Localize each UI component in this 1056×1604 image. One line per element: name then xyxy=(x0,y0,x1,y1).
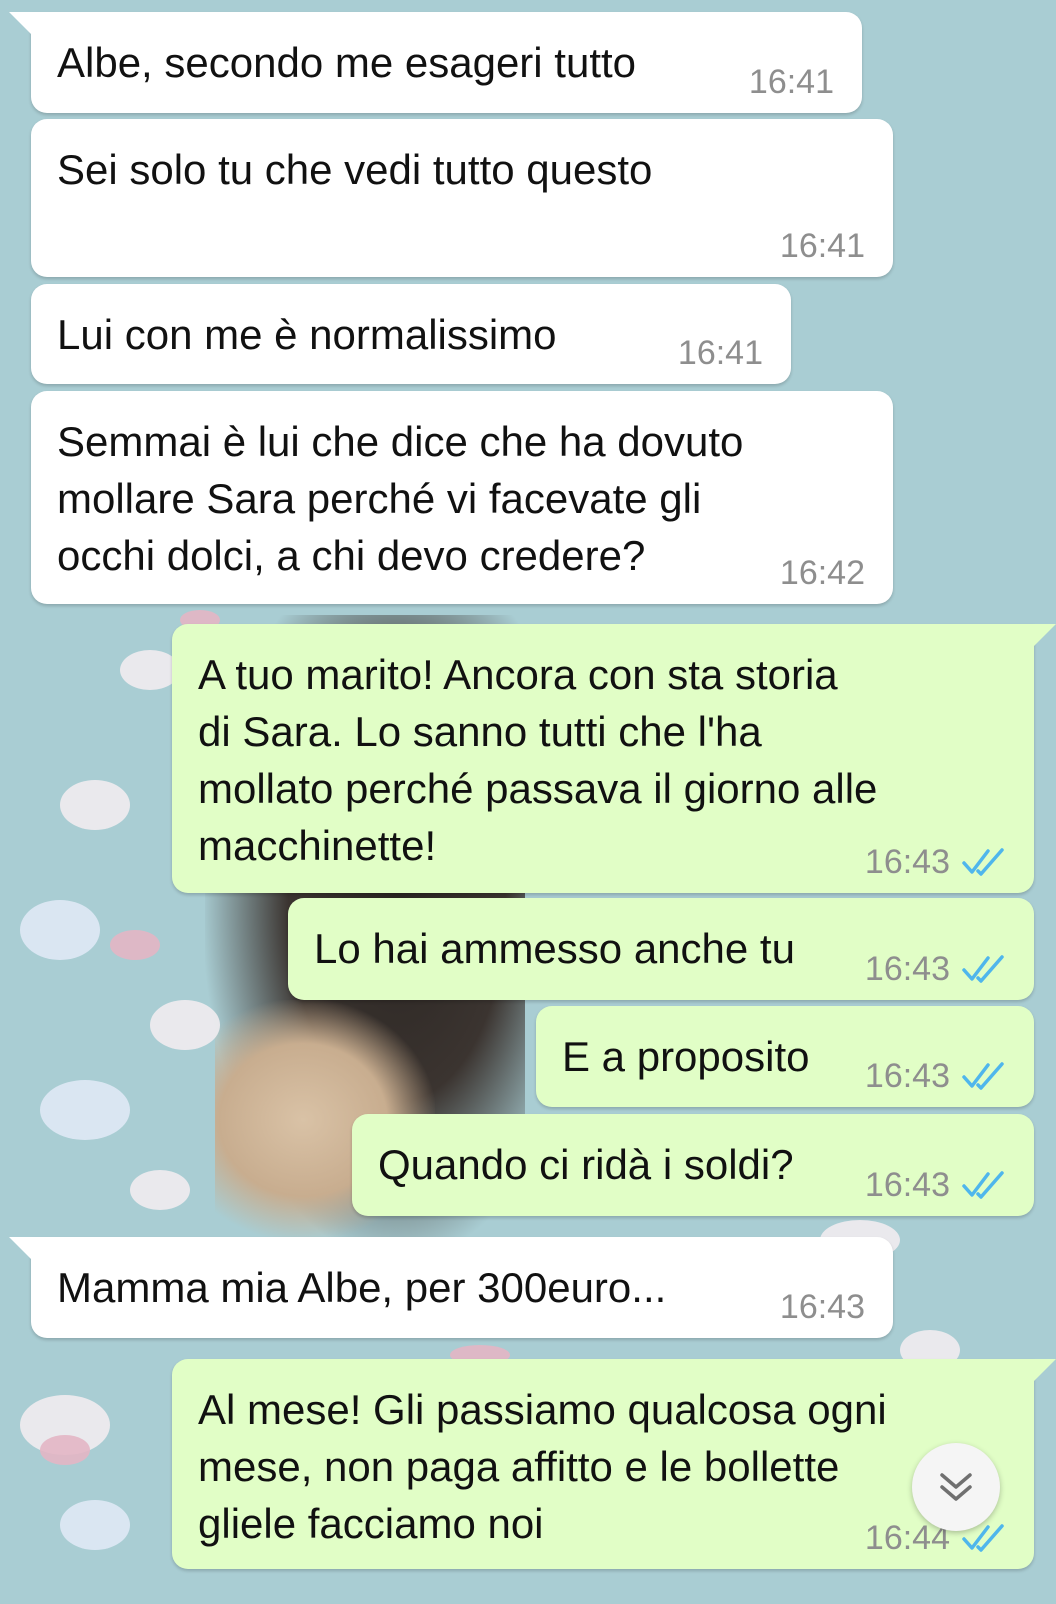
double-check-icon xyxy=(962,848,1004,876)
message-time: 16:41 xyxy=(779,227,865,265)
message-incoming[interactable]: Albe, secondo me esageri tutto 16:41 xyxy=(9,12,862,113)
message-meta: 16:43 xyxy=(865,845,1006,879)
message-time: 16:43 xyxy=(864,843,950,881)
message-time: 16:43 xyxy=(864,1057,950,1095)
double-check-icon xyxy=(962,955,1004,983)
message-meta: 16:43 xyxy=(865,1059,1006,1093)
message-meta: 16:41 xyxy=(780,229,865,263)
message-outgoing[interactable]: Quando ci ridà i soldi? 16:43 xyxy=(352,1114,1034,1216)
message-time: 16:43 xyxy=(864,950,950,988)
chat-messages[interactable]: Albe, secondo me esageri tutto 16:41 Sei… xyxy=(0,0,1056,1604)
message-text: Lui con me è normalissimo xyxy=(57,311,557,358)
message-text: Semmai è lui che dice che ha dovuto moll… xyxy=(57,418,744,579)
double-check-icon xyxy=(962,1171,1004,1199)
double-check-icon xyxy=(962,1062,1004,1090)
message-text: Albe, secondo me esageri tutto xyxy=(57,39,637,86)
message-time: 16:42 xyxy=(779,554,865,592)
message-text: Mamma mia Albe, per 300euro... xyxy=(57,1264,667,1311)
message-incoming[interactable]: Lui con me è normalissimo 16:41 xyxy=(31,284,791,384)
message-meta: 16:42 xyxy=(780,556,865,590)
double-chevron-down-icon xyxy=(940,1473,972,1501)
message-text: A tuo marito! Ancora con sta storia di S… xyxy=(198,651,878,869)
message-time: 16:43 xyxy=(779,1288,865,1326)
message-meta: 16:43 xyxy=(865,1168,1006,1202)
message-meta: 16:41 xyxy=(749,65,834,99)
message-meta: 16:43 xyxy=(865,952,1006,986)
message-time: 16:43 xyxy=(864,1166,950,1204)
message-outgoing[interactable]: A tuo marito! Ancora con sta storia di S… xyxy=(172,624,1056,893)
message-meta: 16:43 xyxy=(780,1290,865,1324)
message-time: 16:41 xyxy=(748,63,834,101)
message-outgoing[interactable]: Lo hai ammesso anche tu 16:43 xyxy=(288,898,1034,1000)
message-incoming[interactable]: Sei solo tu che vedi tutto questo 16:41 xyxy=(31,119,893,277)
message-incoming[interactable]: Semmai è lui che dice che ha dovuto moll… xyxy=(31,391,893,604)
scroll-to-bottom-button[interactable] xyxy=(912,1443,1000,1531)
message-time: 16:41 xyxy=(677,334,763,372)
message-outgoing[interactable]: E a proposito 16:43 xyxy=(536,1006,1034,1107)
message-outgoing[interactable]: Al mese! Gli passiamo qualcosa ogni mese… xyxy=(172,1359,1056,1569)
message-text: Sei solo tu che vedi tutto questo xyxy=(57,146,653,193)
message-incoming[interactable]: Mamma mia Albe, per 300euro... 16:43 xyxy=(9,1237,893,1338)
message-meta: 16:41 xyxy=(678,336,763,370)
